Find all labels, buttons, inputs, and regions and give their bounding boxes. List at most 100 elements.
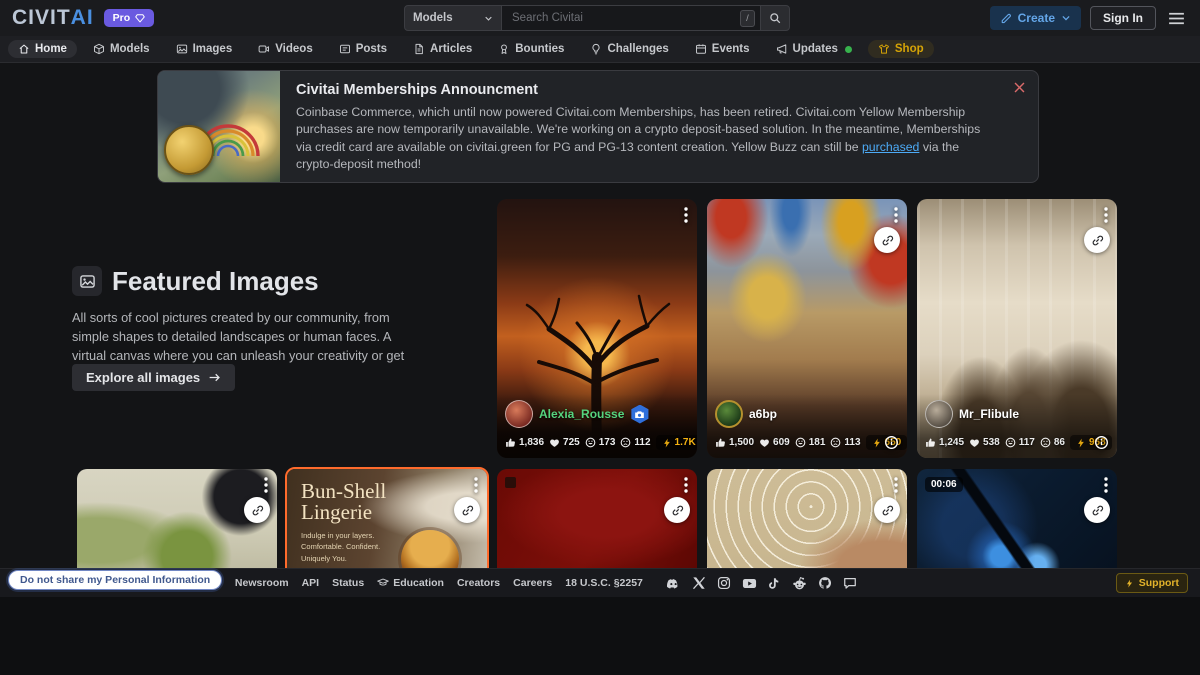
nav-models[interactable]: Models	[83, 40, 160, 58]
reaction-heart[interactable]: 538	[969, 437, 1000, 448]
image-card-sunset-tree[interactable]: Alexia_Rousse 1,836 725 173 112	[497, 199, 697, 458]
featured-images-title: Featured Images	[112, 266, 319, 297]
chat-bubble-icon[interactable]	[843, 576, 857, 590]
reaction-like[interactable]: 1,245	[925, 437, 964, 448]
card-menu-icon[interactable]	[684, 477, 688, 493]
search-category-select[interactable]: Models	[404, 5, 502, 31]
pro-badge-button[interactable]: Pro	[104, 9, 155, 27]
card-footer: a6bp 1,500 609 181 113 650	[707, 394, 907, 458]
nav-articles[interactable]: Articles	[403, 40, 482, 58]
footer-link-education[interactable]: Education	[377, 577, 444, 589]
do-not-share-personal-info-button[interactable]: Do not share my Personal Information	[8, 570, 222, 590]
card-menu-icon[interactable]	[684, 207, 688, 223]
reaction-cry[interactable]: 86	[1040, 437, 1065, 448]
reaction-cry[interactable]: 113	[830, 437, 860, 448]
reaction-laugh[interactable]: 117	[1005, 437, 1035, 448]
copy-link-button[interactable]	[874, 227, 900, 253]
explore-all-images-button[interactable]: Explore all images	[72, 364, 235, 391]
card-user-row[interactable]: a6bp	[715, 400, 899, 428]
purchased-link[interactable]: purchased	[862, 140, 919, 154]
sign-in-button[interactable]: Sign In	[1090, 6, 1156, 30]
card-menu-icon[interactable]	[894, 207, 898, 223]
github-icon[interactable]	[818, 576, 832, 590]
nav-updates[interactable]: Updates	[766, 40, 862, 58]
civitai-logo[interactable]: CIVIT AI	[12, 6, 94, 30]
footer-link-newsroom[interactable]: Newsroom	[235, 577, 289, 589]
card-menu-icon[interactable]	[474, 477, 478, 493]
reaction-like[interactable]: 1,836	[505, 437, 544, 448]
logo-ai: AI	[71, 6, 94, 30]
reaction-laugh[interactable]: 181	[795, 437, 826, 448]
card-menu-icon[interactable]	[264, 477, 268, 493]
image-card-medieval-knights[interactable]: a6bp 1,500 609 181 113 650	[707, 199, 907, 458]
image-card-lace-web[interactable]	[707, 469, 907, 568]
tiktok-icon[interactable]	[768, 577, 781, 590]
arrow-right-icon	[208, 371, 221, 384]
youtube-icon[interactable]	[742, 576, 757, 591]
create-button[interactable]: Create	[990, 6, 1081, 30]
footer-link-creators[interactable]: Creators	[457, 577, 500, 589]
nav-home[interactable]: Home	[8, 40, 77, 58]
search-category-value: Models	[413, 12, 453, 24]
create-button-label: Create	[1018, 11, 1055, 25]
nav-bounties-label: Bounties	[515, 43, 564, 55]
copy-link-button[interactable]	[454, 497, 480, 523]
nav-challenges[interactable]: Challenges	[580, 40, 678, 58]
nav-events-label: Events	[712, 43, 750, 55]
nav-articles-label: Articles	[430, 43, 472, 55]
announcement-body: Civitai Memberships Announcment Coinbase…	[280, 71, 1038, 182]
copy-link-button[interactable]	[874, 497, 900, 523]
reddit-icon[interactable]	[792, 576, 807, 591]
info-icon[interactable]	[1094, 435, 1109, 450]
nav-shop[interactable]: Shop	[868, 40, 934, 58]
footer-link-status[interactable]: Status	[332, 577, 364, 589]
image-card-frog-gentleman[interactable]	[77, 469, 277, 568]
discord-icon[interactable]	[666, 576, 681, 591]
image-card-red-texture[interactable]	[497, 469, 697, 568]
info-icon[interactable]	[884, 435, 899, 450]
copy-link-button[interactable]	[664, 497, 690, 523]
video-card-blue-flowers[interactable]: 00:06	[917, 469, 1117, 568]
article-icon	[413, 43, 425, 55]
copy-link-button[interactable]	[244, 497, 270, 523]
card-user-row[interactable]: Alexia_Rousse	[505, 400, 689, 428]
nav-posts[interactable]: Posts	[329, 40, 397, 58]
card-menu-icon[interactable]	[1104, 207, 1108, 223]
buy-yellow-buzz-button[interactable]: Buy Yellow Buzz!	[296, 182, 420, 183]
nav-events[interactable]: Events	[685, 40, 760, 58]
image-card-bunshell-ad[interactable]: Bun-Shell Lingerie Indulge in your layer…	[285, 467, 489, 570]
support-button[interactable]: Support	[1116, 573, 1188, 593]
instagram-icon[interactable]	[717, 576, 731, 590]
copy-link-button[interactable]	[1084, 497, 1110, 523]
thumbnail-placeholder-icon	[505, 477, 516, 488]
image-icon	[176, 43, 188, 55]
top-bar: CIVIT AI Pro Models /	[0, 0, 1200, 36]
card-menu-icon[interactable]	[894, 477, 898, 493]
nav-images[interactable]: Images	[166, 40, 243, 58]
search-submit-button[interactable]	[760, 5, 790, 31]
hamburger-menu-icon[interactable]	[1165, 7, 1188, 30]
buzz-tip-badge[interactable]: 1.7K	[656, 435, 697, 450]
pro-badge-label: Pro	[113, 12, 131, 24]
footer-link-2257[interactable]: 18 U.S.C. §2257	[565, 577, 643, 589]
ad-subtitle: Indulge in your layers. Comfortable. Con…	[301, 530, 391, 564]
nav-videos[interactable]: Videos	[248, 40, 323, 58]
reaction-heart[interactable]: 725	[549, 437, 580, 448]
card-user-row[interactable]: Mr_Flibule	[925, 400, 1109, 428]
footer-link-api[interactable]: API	[302, 577, 320, 589]
reaction-laugh[interactable]: 173	[585, 437, 616, 448]
megaphone-icon	[776, 43, 788, 55]
footer-link-careers[interactable]: Careers	[513, 577, 552, 589]
image-card-lobby-daleks[interactable]: Mr_Flibule 1,245 538 117 86 968	[917, 199, 1117, 458]
award-icon	[498, 43, 510, 55]
x-twitter-icon[interactable]	[692, 576, 706, 590]
search-input[interactable]	[502, 5, 760, 31]
nav-bounties[interactable]: Bounties	[488, 40, 574, 58]
copy-link-button[interactable]	[1084, 227, 1110, 253]
close-icon[interactable]	[1013, 81, 1026, 94]
reaction-like[interactable]: 1,500	[715, 437, 754, 448]
reaction-heart[interactable]: 609	[759, 437, 790, 448]
reaction-cry[interactable]: 112	[620, 437, 650, 448]
card-menu-icon[interactable]	[1104, 477, 1108, 493]
search-shortcut-key: /	[740, 10, 755, 27]
